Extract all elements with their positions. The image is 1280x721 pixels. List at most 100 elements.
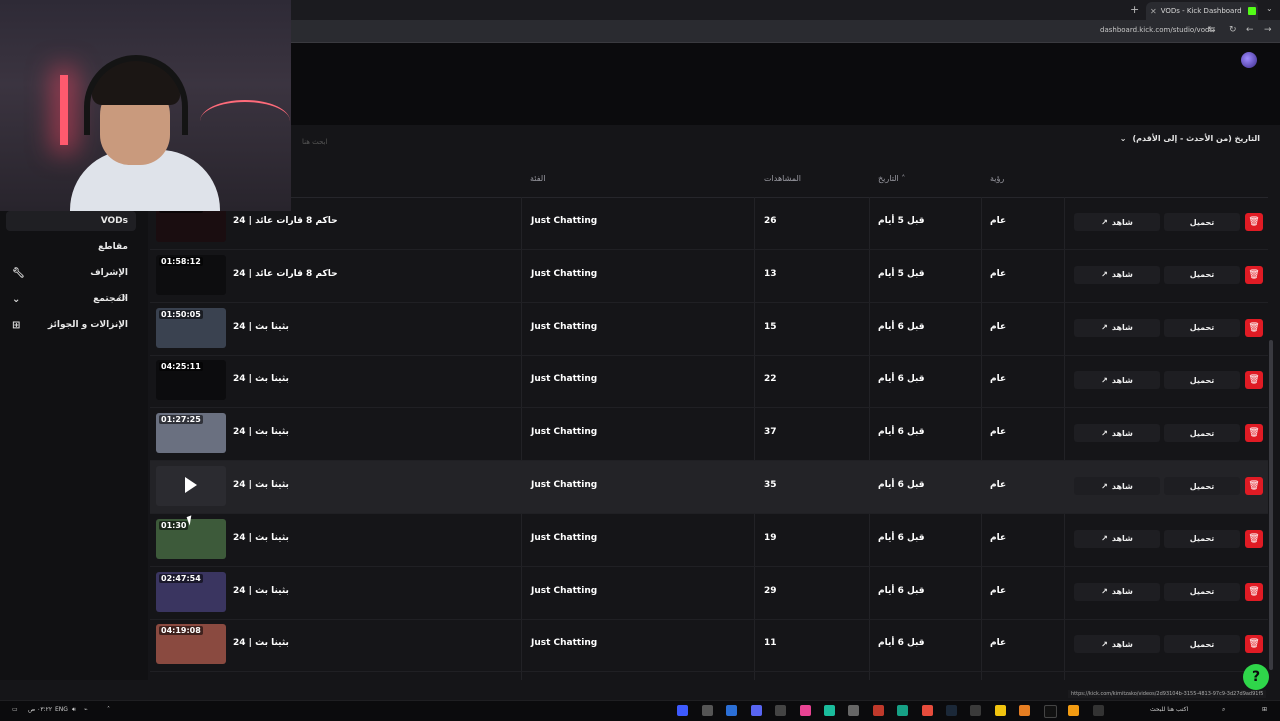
vod-title[interactable]: حاكم 8 قارات عائد | 24 (233, 216, 338, 226)
app-icon[interactable] (726, 705, 737, 716)
taskbar-lang[interactable]: ENG (55, 706, 68, 713)
vod-thumbnail[interactable]: 01:27:25 (156, 413, 226, 454)
app-icon[interactable] (677, 705, 688, 716)
column-header-views[interactable]: المشاهدات (764, 174, 801, 183)
back-icon[interactable]: ← (1246, 25, 1254, 35)
download-button[interactable]: تحميل (1164, 529, 1240, 548)
download-button[interactable]: تحميل (1164, 318, 1240, 337)
windows-start-icon[interactable]: ⊞ (1262, 706, 1267, 713)
sidebar-item-moderation[interactable]: 🔧︎ الإشراف (6, 263, 136, 283)
help-button[interactable]: ? (1243, 664, 1269, 690)
table-row[interactable]: 04:19:08 بثينا بث | 24 Just Chatting 11 قبل … (150, 619, 1268, 673)
sidebar-item-vods[interactable]: VODs (6, 211, 136, 231)
chrome-icon[interactable] (995, 705, 1006, 716)
scrollbar[interactable] (1269, 340, 1273, 670)
taskview-icon[interactable] (1093, 705, 1104, 716)
browser-tab[interactable]: ✕ VODs - Kick Dashboard (1146, 2, 1258, 20)
delete-button[interactable]: 🗑︎ (1245, 477, 1263, 495)
delete-button[interactable]: 🗑︎ (1245, 424, 1263, 443)
app-icon[interactable] (800, 705, 811, 716)
watch-button[interactable]: ↗ شاهد (1074, 318, 1160, 337)
download-button[interactable]: تحميل (1164, 265, 1240, 284)
delete-button[interactable]: 🗑︎ (1245, 635, 1263, 654)
volume-icon[interactable]: 🔊︎ (72, 706, 76, 714)
watch-button[interactable]: ↗ شاهد (1074, 265, 1160, 284)
delete-button[interactable]: 🗑︎ (1245, 529, 1263, 548)
reload-icon[interactable]: ↻ (1229, 25, 1237, 35)
delete-button[interactable]: 🗑︎ (1245, 371, 1263, 390)
vod-thumbnail[interactable]: 01:58:12 (156, 254, 226, 295)
search-icon[interactable]: ⌕ (1222, 706, 1225, 714)
search-input[interactable]: ابحث هنا (302, 138, 327, 146)
play-icon[interactable] (185, 477, 197, 493)
steam-icon[interactable] (946, 705, 957, 716)
vod-title[interactable]: بثينا بث | 24 (233, 427, 289, 437)
vod-title[interactable]: بثينا بث | 24 (233, 638, 289, 648)
app-icon[interactable] (848, 705, 859, 716)
vod-thumbnail[interactable]: 02:47:54 (156, 571, 226, 612)
delete-button[interactable]: 🗑︎ (1245, 582, 1263, 601)
table-row[interactable]: 01:30 بثينا بث | 24 Just Chatting 19 قبل 6 أ… (150, 514, 1268, 567)
network-icon[interactable]: ⌁ (84, 706, 88, 713)
vod-thumbnail[interactable]: 04:19:08 (156, 624, 226, 665)
tab-menu-icon[interactable]: ⌄ (1266, 4, 1273, 13)
vod-thumbnail[interactable]: 04:25:11 (156, 360, 226, 401)
tune-icon[interactable]: ⇆ (1208, 25, 1216, 35)
app-icon[interactable] (897, 705, 908, 716)
folder-icon[interactable] (1068, 705, 1079, 716)
table-row[interactable]: بثينا بث | 24 Just Chatting 35 قبل 6 أيام عا… (150, 461, 1268, 514)
vod-title[interactable]: حاكم 8 قارات عائد | 24 (233, 269, 338, 279)
vod-thumbnail[interactable] (156, 466, 226, 506)
tab-close-icon[interactable]: ✕ (1150, 7, 1157, 16)
url-text[interactable]: dashboard.kick.com/studio/vods (1100, 26, 1213, 34)
app-icon[interactable] (702, 705, 713, 716)
avatar[interactable] (1241, 52, 1257, 68)
column-header-category[interactable]: الفئة (530, 174, 545, 183)
table-row[interactable]: 01:27:25 بثينا بث | 24 Just Chatting 37 قبل … (150, 408, 1268, 462)
taskbar-search[interactable]: اكتب هنا للبحث (1150, 706, 1188, 713)
sidebar-item-drops[interactable]: ⊞ الإنزالات و الجوائز (6, 315, 136, 335)
table-row[interactable]: 04:25:11 بثينا بث | 24 Just Chatting 22 قبل … (150, 355, 1268, 409)
table-row[interactable]: 02:47:54 بثينا بث | 24 Just Chatting 29 قبل … (150, 567, 1268, 620)
sidebar-item-community[interactable]: ⌄ المجتمع ⚇ (6, 289, 136, 309)
taskbar-clock[interactable]: ٠٣:٢٢ ص (28, 706, 52, 713)
brave-icon[interactable] (1019, 705, 1030, 716)
download-button[interactable]: تحميل (1164, 635, 1240, 654)
download-button[interactable]: تحميل (1164, 424, 1240, 443)
discord-icon[interactable] (751, 705, 762, 716)
download-button[interactable]: تحميل (1164, 371, 1240, 390)
app-icon[interactable] (873, 705, 884, 716)
watch-button[interactable]: ↗ شاهد (1074, 582, 1160, 601)
vod-thumbnail[interactable]: 01:50:05 (156, 307, 226, 348)
vod-title[interactable]: بثينا بث | 24 (233, 322, 289, 332)
vod-title[interactable]: بثينا بث | 24 (233, 374, 289, 384)
table-row[interactable]: 01:08:59حاكم 8 قارات عائد | 24Just Chatt… (150, 197, 1268, 250)
notification-icon[interactable]: ▭ (12, 706, 18, 713)
new-tab-button[interactable]: + (1130, 3, 1139, 16)
watch-button[interactable]: ↗ شاهد (1074, 213, 1160, 231)
chevron-up-icon[interactable]: ˄ (107, 706, 110, 713)
watch-button[interactable]: ↗ شاهد (1074, 424, 1160, 443)
sort-dropdown[interactable]: ⌄ التاريخ (من الأحدث - إلى الأقدم) (1120, 134, 1260, 143)
download-button[interactable]: تحميل (1164, 582, 1240, 601)
table-row[interactable]: 01:50:05 بثينا بث | 24 Just Chatting 15 قبل … (150, 303, 1268, 356)
sidebar-item-clips[interactable]: مقاطع (6, 237, 136, 257)
download-button[interactable]: تحميل (1164, 213, 1240, 231)
app-icon[interactable] (775, 705, 786, 716)
forward-icon[interactable]: → (1264, 25, 1272, 35)
vod-title[interactable]: بثينا بث | 24 (233, 480, 289, 490)
watch-button[interactable]: ↗ شاهد (1074, 635, 1160, 654)
vod-title[interactable]: بثينا بث | 24 (233, 586, 289, 596)
delete-button[interactable]: 🗑︎ (1245, 318, 1263, 337)
delete-button[interactable]: 🗑︎ (1245, 213, 1263, 231)
column-header-date[interactable]: التاريخ ˄ (878, 174, 905, 183)
tiktok-icon[interactable] (1044, 705, 1057, 718)
vod-title[interactable]: بثينا بث | 24 (233, 533, 289, 543)
download-button[interactable]: تحميل (1164, 477, 1240, 495)
delete-button[interactable]: 🗑︎ (1245, 265, 1263, 284)
youtube-icon[interactable] (922, 705, 933, 716)
watch-button[interactable]: ↗ شاهد (1074, 477, 1160, 495)
app-icon[interactable] (824, 705, 835, 716)
watch-button[interactable]: ↗ شاهد (1074, 529, 1160, 548)
watch-button[interactable]: ↗ شاهد (1074, 371, 1160, 390)
